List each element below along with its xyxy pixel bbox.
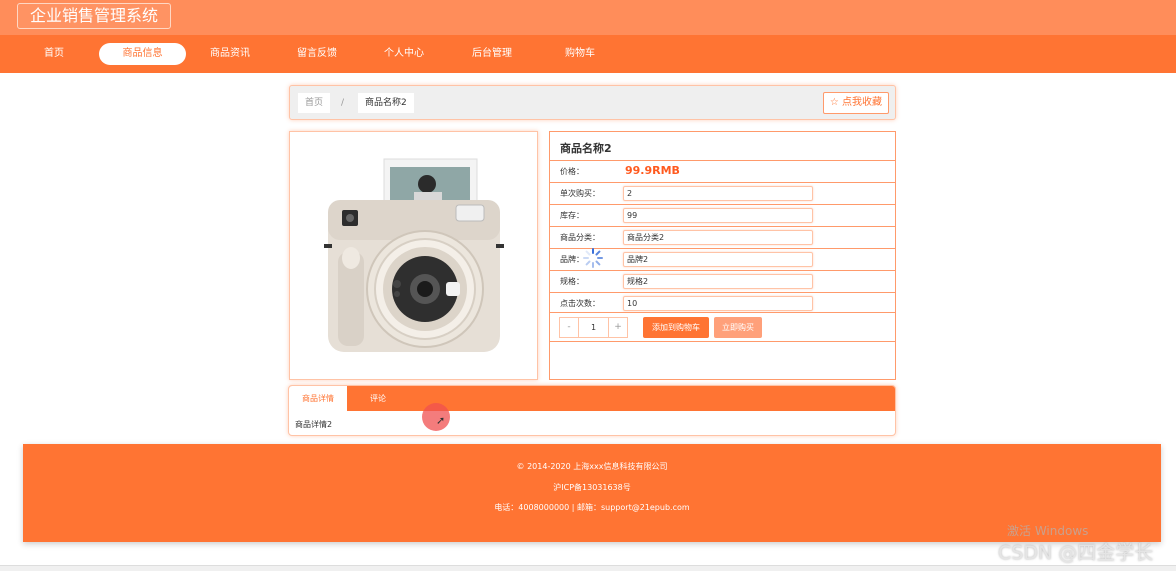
- mouse-cursor-icon: ➚: [436, 414, 446, 427]
- quantity-row: - 1 + 添加到购物车 立即购买: [550, 312, 895, 342]
- main-nav: 首页 商品信息 商品资讯 留言反馈 个人中心 后台管理 购物车: [0, 35, 1176, 73]
- field-label: 点击次数：: [560, 299, 600, 308]
- breadcrumb-home[interactable]: 首页: [298, 93, 331, 113]
- quantity-plus-button[interactable]: +: [608, 317, 628, 338]
- product-image: [289, 131, 538, 380]
- field-label: 单次购买：: [560, 189, 600, 198]
- stock-field[interactable]: 99: [623, 208, 813, 223]
- nav-item-admin[interactable]: 后台管理: [468, 43, 516, 65]
- tab-details[interactable]: 商品详情: [289, 386, 347, 411]
- price-label: 价格：: [560, 167, 584, 176]
- buy-now-button[interactable]: 立即购买: [714, 317, 762, 338]
- info-row-stock: 库存： 99: [550, 204, 895, 226]
- product-name: 商品名称2: [560, 142, 612, 155]
- click-count-field[interactable]: 10: [623, 296, 813, 311]
- field-label: 规格：: [560, 277, 584, 286]
- tabs-bar: 商品详情 评论: [289, 386, 895, 411]
- info-row-purchase: 单次购买： 2: [550, 182, 895, 204]
- info-row-spec: 规格： 规格2: [550, 270, 895, 292]
- quantity-input[interactable]: 1: [579, 317, 608, 338]
- purchase-limit-field[interactable]: 2: [623, 186, 813, 201]
- nav-item-cart[interactable]: 购物车: [558, 43, 602, 65]
- info-row-clicks: 点击次数： 10: [550, 292, 895, 314]
- category-field[interactable]: 商品分类2: [623, 230, 813, 245]
- favorite-button[interactable]: ☆ 点我收藏: [822, 92, 889, 114]
- tab-comments[interactable]: 评论: [355, 386, 401, 411]
- field-label: 库存：: [560, 211, 584, 220]
- footer: © 2014-2020 上海xxx信息科技有限公司 沪ICP备13031638号…: [23, 444, 1161, 542]
- breadcrumb-separator: /: [341, 98, 345, 108]
- activate-windows-watermark: 激活 Windows: [1007, 524, 1089, 538]
- tab-content: 商品详情2: [295, 420, 333, 429]
- nav-item-news[interactable]: 商品资讯: [206, 43, 254, 65]
- footer-icp: 沪ICP备13031638号: [553, 483, 631, 492]
- breadcrumb: 首页 / 商品名称2 ☆ 点我收藏: [289, 85, 896, 120]
- product-tabs: 商品详情 评论 商品详情2: [288, 385, 896, 436]
- loading-spinner-icon: [583, 248, 603, 268]
- field-label: 商品分类：: [560, 233, 600, 242]
- price-row: 价格： 99.9RMB: [550, 160, 895, 182]
- csdn-watermark: CSDN @四金学长: [998, 542, 1154, 564]
- nav-item-products[interactable]: 商品信息: [99, 43, 186, 65]
- add-to-cart-button[interactable]: 添加到购物车: [643, 317, 709, 338]
- price-value: 99.9RMB: [625, 164, 680, 177]
- bottom-strip: [0, 565, 1176, 571]
- field-label: 品牌：: [560, 255, 584, 264]
- nav-item-home[interactable]: 首页: [33, 43, 75, 65]
- instant-camera-image: [324, 158, 504, 352]
- top-header: 企业销售管理系统: [0, 0, 1176, 35]
- footer-copyright: © 2014-2020 上海xxx信息科技有限公司: [516, 462, 668, 471]
- nav-item-feedback[interactable]: 留言反馈: [293, 43, 341, 65]
- quantity-minus-button[interactable]: -: [559, 317, 579, 338]
- breadcrumb-current: 商品名称2: [358, 93, 414, 113]
- footer-contact: 电话：4008000000 | 邮箱：support@21epub.com: [494, 503, 690, 512]
- info-row-category: 商品分类： 商品分类2: [550, 226, 895, 248]
- nav-item-profile[interactable]: 个人中心: [380, 43, 428, 65]
- brand-field[interactable]: 品牌2: [623, 252, 813, 267]
- app-title: 企业销售管理系统: [17, 3, 172, 29]
- spec-field[interactable]: 规格2: [623, 274, 813, 289]
